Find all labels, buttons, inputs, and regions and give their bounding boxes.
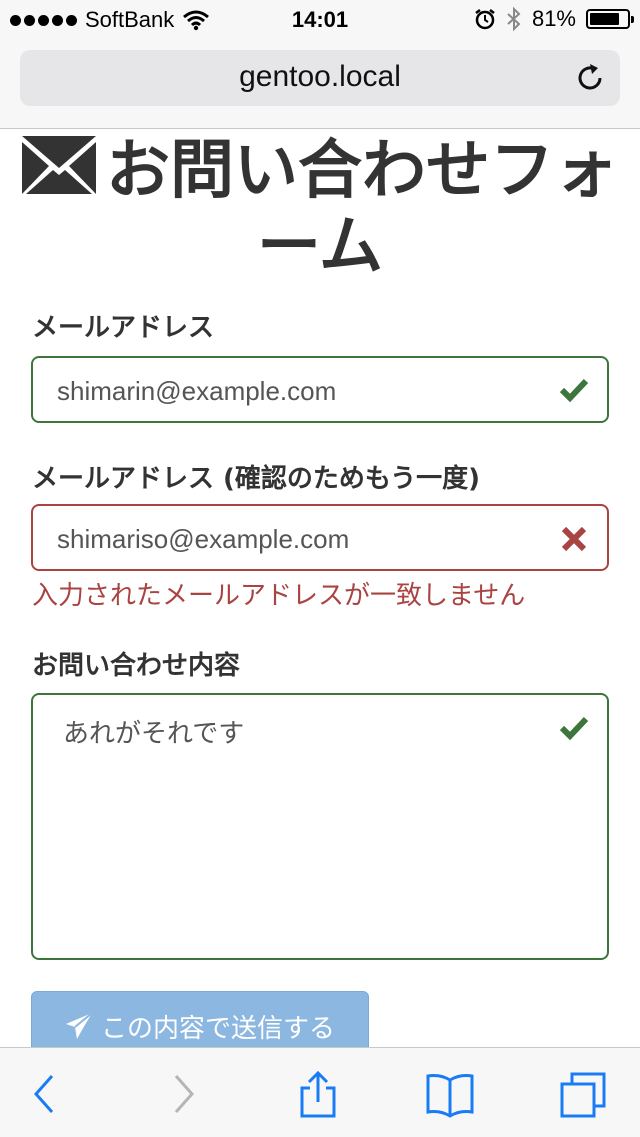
message-label: お問い合わせ内容 (32, 651, 241, 681)
status-bar: SoftBank 14:01 81% (0, 0, 640, 40)
page-content: お問い合わせフォーム メールアドレス shimarin@example.com … (0, 129, 640, 1047)
submit-label: この内容で送信する (100, 1013, 335, 1044)
back-icon[interactable] (24, 1070, 72, 1118)
send-icon (65, 1012, 93, 1039)
battery-icon (586, 9, 634, 29)
tabs-icon[interactable] (560, 1070, 608, 1118)
email-confirm-label: メールアドレス (確認のためもう一度) (32, 464, 481, 494)
bluetooth-icon (507, 7, 521, 31)
email-confirm-error: 入力されたメールアドレスが一致しません (32, 581, 526, 611)
email-label: メールアドレス (32, 313, 215, 343)
battery-percent: 81% (531, 6, 576, 31)
email-field[interactable]: shimarin@example.com (31, 356, 609, 423)
address-bar[interactable]: gentoo.local (20, 50, 620, 106)
email-confirm-value: shimariso@example.com (57, 524, 350, 554)
browser-navbar: gentoo.local (0, 40, 640, 129)
message-textarea[interactable]: あれがそれです (31, 693, 609, 960)
email-confirm-field[interactable]: shimariso@example.com (31, 504, 609, 571)
browser-toolbar (0, 1047, 640, 1137)
alarm-icon (475, 9, 495, 30)
bookmarks-icon[interactable] (426, 1070, 474, 1118)
page-title: お問い合わせフォーム (20, 133, 620, 285)
share-icon[interactable] (294, 1070, 342, 1118)
url-text: gentoo.local (239, 60, 401, 93)
checkmark-icon (559, 716, 589, 741)
email-value: shimarin@example.com (57, 376, 337, 406)
forward-icon[interactable] (160, 1070, 208, 1118)
envelope-icon (22, 136, 96, 194)
error-x-icon (561, 526, 587, 552)
submit-button[interactable]: この内容で送信する (31, 991, 369, 1047)
battery-level (590, 13, 620, 25)
status-right-group: 81% (474, 6, 634, 32)
reload-icon[interactable] (574, 62, 606, 94)
message-value: あれがそれです (63, 719, 245, 749)
checkmark-icon (559, 378, 589, 403)
page-title-text: お問い合わせフォーム (106, 134, 618, 284)
